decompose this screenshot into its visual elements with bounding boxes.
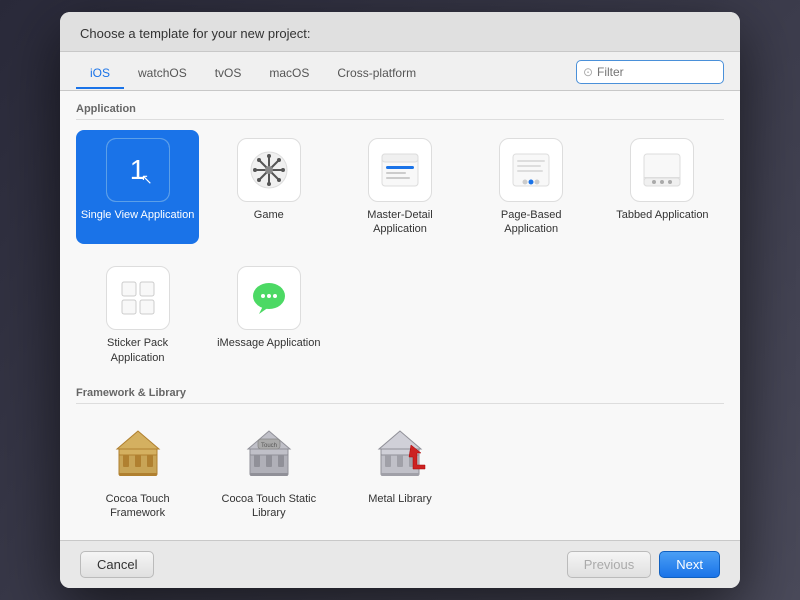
tab-watchos[interactable]: watchOS: [124, 61, 201, 89]
template-icon-cocoa-touch-static: Touch: [237, 422, 301, 486]
cancel-button[interactable]: Cancel: [80, 551, 154, 578]
template-icon-master-detail: [368, 138, 432, 202]
search-icon: ⊙: [583, 65, 593, 79]
template-icon-single-view: 1 ↖: [106, 138, 170, 202]
template-name-game: Game: [254, 208, 284, 222]
template-master-detail[interactable]: Master-Detail Application: [338, 130, 461, 245]
template-name-cocoa-touch-fw: Cocoa Touch Framework: [80, 492, 195, 521]
tab-macos[interactable]: macOS: [255, 61, 323, 89]
filter-box: ⊙: [576, 60, 724, 84]
page-based-svg-icon: [507, 146, 555, 194]
tab-ios[interactable]: iOS: [76, 61, 124, 89]
tabbed-svg-icon: [638, 146, 686, 194]
template-name-cocoa-touch-static: Cocoa Touch Static Library: [211, 492, 326, 521]
template-icon-sticker-pack: [106, 266, 170, 330]
template-page-based[interactable]: Page-Based Application: [470, 130, 593, 245]
filter-input[interactable]: [597, 65, 717, 79]
template-icon-page-based: [499, 138, 563, 202]
dialog-body: Application 1 ↖ Single View Application: [60, 91, 740, 541]
dialog-title-bar: Choose a template for your new project:: [60, 12, 740, 52]
svg-text:Touch: Touch: [261, 443, 277, 449]
template-dialog: Choose a template for your new project: …: [60, 12, 740, 589]
template-name-page-based: Page-Based Application: [474, 208, 589, 237]
application-templates-row2: Sticker Pack Application iMessage Applic…: [76, 258, 724, 373]
template-icon-game: [237, 138, 301, 202]
empty-cell-1: [338, 258, 461, 373]
metal-library-svg: [371, 425, 429, 483]
template-imessage[interactable]: iMessage Application: [207, 258, 330, 373]
application-templates-row1: 1 ↖ Single View Application: [76, 130, 724, 245]
template-sticker-pack[interactable]: Sticker Pack Application: [76, 258, 199, 373]
template-name-metal-library: Metal Library: [368, 492, 432, 506]
template-game[interactable]: Game: [207, 130, 330, 245]
empty-fw-cell-1: [470, 414, 593, 529]
template-name-sticker-pack: Sticker Pack Application: [80, 336, 195, 365]
template-icon-tabbed: [630, 138, 694, 202]
single-view-icon-content: 1 ↖: [107, 139, 169, 201]
game-svg-icon: [245, 146, 293, 194]
imessage-svg-icon: [245, 274, 293, 322]
template-name-master-detail: Master-Detail Application: [342, 208, 457, 237]
template-cocoa-touch-fw[interactable]: Cocoa Touch Framework: [76, 414, 199, 529]
empty-fw-cell-2: [601, 414, 724, 529]
template-icon-cocoa-touch-fw: [106, 422, 170, 486]
platform-tabs: iOS watchOS tvOS macOS Cross-platform ⊙: [60, 52, 740, 91]
empty-cell-2: [470, 258, 593, 373]
framework-templates: Cocoa Touch Framework Touch: [76, 414, 724, 529]
template-icon-imessage: [237, 266, 301, 330]
nav-buttons: Previous Next: [567, 551, 720, 578]
template-name-single-view: Single View Application: [81, 208, 195, 222]
application-section-label: Application: [76, 103, 724, 120]
template-name-tabbed: Tabbed Application: [616, 208, 708, 222]
cursor-icon: ↖: [141, 171, 153, 188]
sticker-pack-svg-icon: [114, 274, 162, 322]
master-detail-svg-icon: [376, 146, 424, 194]
cocoa-touch-fw-svg: [109, 425, 167, 483]
framework-section-label: Framework & Library: [76, 387, 724, 404]
dialog-title: Choose a template for your new project:: [80, 26, 720, 41]
template-single-view[interactable]: 1 ↖ Single View Application: [76, 130, 199, 245]
template-metal-library[interactable]: Metal Library: [338, 414, 461, 529]
template-tabbed[interactable]: Tabbed Application: [601, 130, 724, 245]
empty-cell-3: [601, 258, 724, 373]
template-icon-metal-library: [368, 422, 432, 486]
cocoa-touch-static-svg: Touch: [240, 425, 298, 483]
template-cocoa-touch-static[interactable]: Touch Cocoa Touch Static Library: [207, 414, 330, 529]
tab-tvos[interactable]: tvOS: [201, 61, 256, 89]
tab-cross-platform[interactable]: Cross-platform: [323, 61, 430, 89]
next-button[interactable]: Next: [659, 551, 720, 578]
dialog-footer: Cancel Previous Next: [60, 540, 740, 588]
template-name-imessage: iMessage Application: [217, 336, 320, 350]
previous-button[interactable]: Previous: [567, 551, 652, 578]
